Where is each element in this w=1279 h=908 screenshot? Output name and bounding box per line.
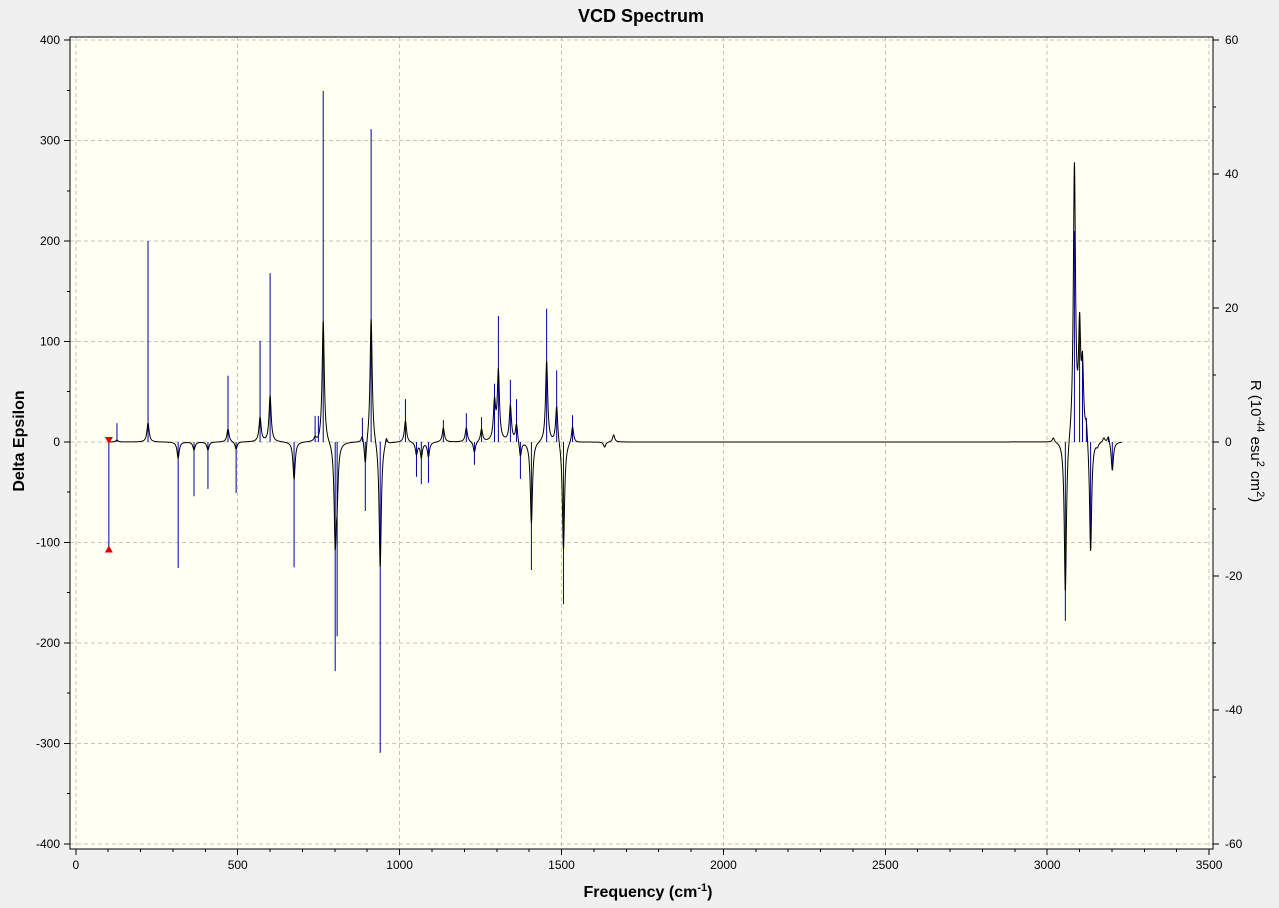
x-tick-label: 0: [72, 858, 79, 872]
y-tick-label: -100: [36, 535, 60, 549]
axis-title-segment: ): [1247, 497, 1264, 502]
y2-tick-label: 60: [1225, 33, 1239, 47]
y-tick-label: 300: [40, 134, 60, 148]
x-tick-label: 3000: [1034, 858, 1061, 872]
chart-title: VCD Spectrum: [578, 6, 704, 26]
plot-area: [70, 37, 1213, 849]
axis-title-segment: Frequency (cm: [584, 884, 698, 901]
x-tick-label: 3500: [1196, 858, 1223, 872]
x-axis-title: Frequency (cm-1): [584, 882, 713, 901]
y2-axis-title: R (10-44 esu2 cm2): [1247, 380, 1266, 502]
axis-title-superscript: -1: [697, 882, 707, 894]
y2-tick-label: -60: [1225, 837, 1243, 851]
axis-title-superscript: -44: [1254, 417, 1266, 433]
x-tick-label: 1500: [548, 858, 575, 872]
y-tick-label: -300: [36, 736, 60, 750]
y2-tick-label: 0: [1225, 435, 1232, 449]
axis-title-segment: esu: [1247, 432, 1264, 460]
x-tick-label: 1000: [386, 858, 413, 872]
y-tick-label: 200: [40, 234, 60, 248]
y2-tick-label: 20: [1225, 301, 1239, 315]
y-tick-label: -200: [36, 636, 60, 650]
y2-tick-label: -40: [1225, 703, 1243, 717]
vcd-spectrum-chart: 0 500 1000 1500 2000 2500 3000 3500-400-300-200…: [0, 0, 1279, 908]
x-tick-label: 2000: [710, 858, 737, 872]
y-axis-title: Delta Epsilon: [11, 390, 28, 491]
y2-tick-label: -20: [1225, 569, 1243, 583]
axis-title-segment: R (10: [1247, 380, 1264, 417]
y-tick-label: 400: [40, 33, 60, 47]
axis-title-segment: ): [707, 884, 712, 901]
y-tick-label: 0: [53, 435, 60, 449]
x-tick-label: 500: [228, 858, 248, 872]
y-tick-label: 100: [40, 335, 60, 349]
axis-title-segment: cm: [1247, 467, 1264, 491]
y-tick-label: -400: [36, 837, 60, 851]
y2-tick-label: 40: [1225, 167, 1239, 181]
x-tick-label: 2500: [872, 858, 899, 872]
